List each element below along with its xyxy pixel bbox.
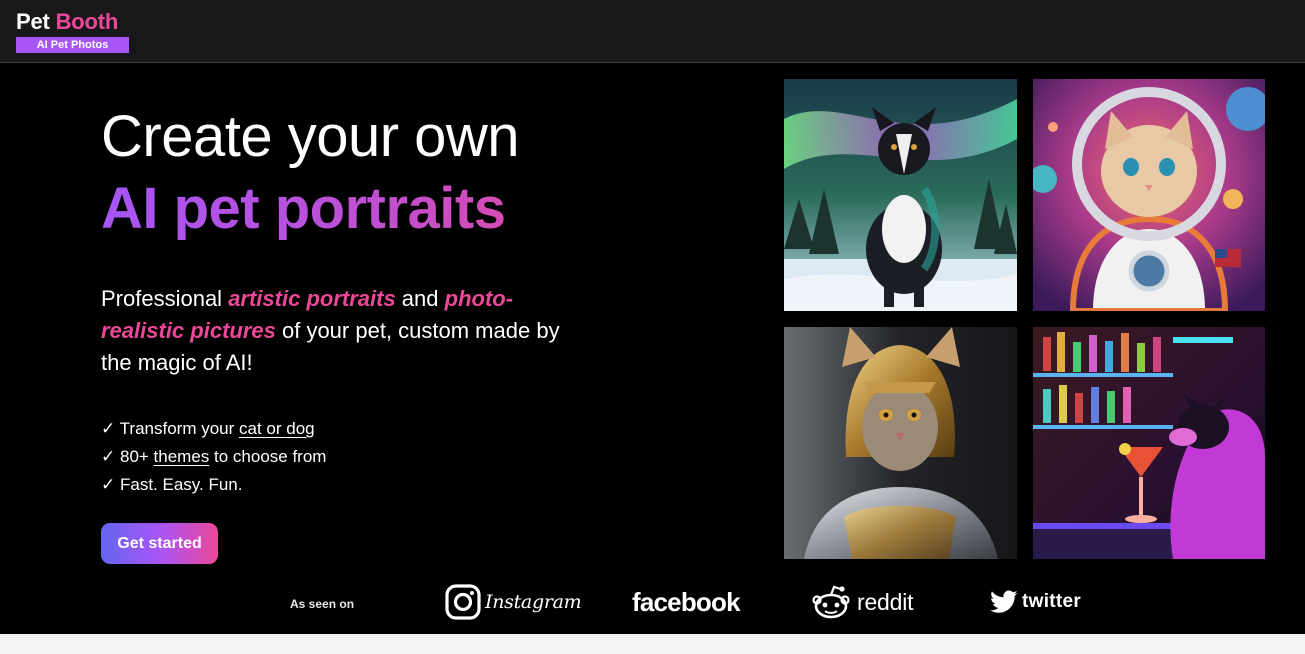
twitter-logo: twitter [990,583,1081,621]
feature-item: ✓ Fast. Easy. Fun. [101,471,621,499]
headline-line-2: AI pet portraits [101,173,621,245]
desc-highlight-artistic: artistic portraits [228,286,396,311]
check-icon: ✓ [101,475,116,494]
desc-text-2: and [395,286,445,311]
desc-text-1: Professional [101,286,229,311]
dog-aurora-portrait [784,79,1017,311]
facebook-wordmark: facebook [632,586,741,617]
cat-or-dog-link[interactable]: cat or dog [239,419,315,438]
check-icon: ✓ [101,419,116,438]
cat-knight-portrait [784,327,1017,559]
instagram-wordmark: Instagram [485,591,582,613]
portrait-gallery [784,79,1265,559]
logo-word-pet: Pet [16,9,50,34]
facebook-logo: facebook [632,583,741,621]
cat-knight-image [784,327,1017,559]
instagram-icon [445,584,481,620]
themes-link[interactable]: themes [154,447,210,466]
cat-astronaut-portrait [1033,79,1265,311]
feature-text: 80+ [119,447,154,466]
hero-section: Create your own AI pet portraits Profess… [0,63,1305,634]
feature-text: Fast. Easy. Fun. [119,475,243,494]
page-bottom-strip [0,634,1305,654]
feature-item: ✓ Transform your cat or dog [101,415,621,443]
feature-text-suffix: to choose from [209,447,327,466]
site-logo[interactable]: Pet Booth AI Pet Photos [16,8,129,53]
reddit-wordmark: reddit [857,588,914,615]
hero-headline: Create your own AI pet portraits [101,101,621,245]
dog-bar-portrait [1033,327,1265,559]
dog-aurora-image [784,79,1017,311]
twitter-wordmark: twitter [1022,591,1082,612]
logo-badge: AI Pet Photos [16,37,129,53]
as-seen-on-label: As seen on [290,597,355,611]
hero-description: Professional artistic portraits and phot… [101,283,581,379]
reddit-logo: reddit [811,583,914,621]
get-started-button[interactable]: Get started [101,523,218,564]
twitter-bird-icon [990,590,1018,613]
feature-list: ✓ Transform your cat or dog ✓ 80+ themes… [101,415,621,499]
top-header: Pet Booth AI Pet Photos [0,0,1305,63]
feature-text: Transform your [119,419,240,438]
as-seen-on-bar: As seen on Instagram facebook reddit twi… [0,569,1305,634]
check-icon: ✓ [101,447,116,466]
dog-bar-image [1033,327,1265,559]
reddit-icon [812,585,850,619]
logo-word-booth: Booth [55,9,119,34]
feature-item: ✓ 80+ themes to choose from [101,443,621,471]
hero-copy: Create your own AI pet portraits Profess… [101,101,621,564]
cat-astronaut-image [1033,79,1265,311]
headline-line-1: Create your own [101,104,520,169]
logo-text: Pet Booth [16,8,129,35]
instagram-logo: Instagram [445,583,582,621]
